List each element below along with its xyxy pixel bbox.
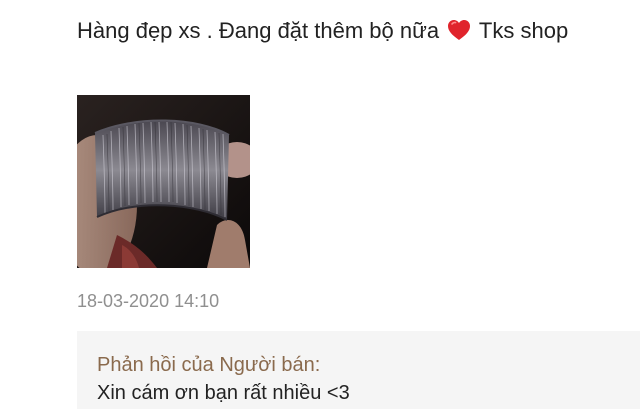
review-timestamp: 18-03-2020 14:10 [77, 291, 220, 311]
review-photo[interactable] [77, 95, 250, 268]
review-text-part-2: Tks shop [478, 18, 569, 43]
seller-reply: Phản hồi của Người bán: Xin cám ơn bạn r… [77, 331, 640, 409]
review-text-part-1: Hàng đẹp xs . Đang đặt thêm bộ nữa [77, 18, 440, 43]
seller-reply-text: Xin cám ơn bạn rất nhiều <3 [97, 382, 350, 404]
seller-reply-title: Phản hồi của Người bán: [97, 354, 321, 376]
review-item: Hàng đẹp xs . Đang đặt thêm bộ nữa Tks s… [0, 0, 640, 409]
bangles-photo [77, 95, 250, 268]
heart-icon [447, 19, 471, 41]
review-text: Hàng đẹp xs . Đang đặt thêm bộ nữa Tks s… [77, 16, 597, 45]
